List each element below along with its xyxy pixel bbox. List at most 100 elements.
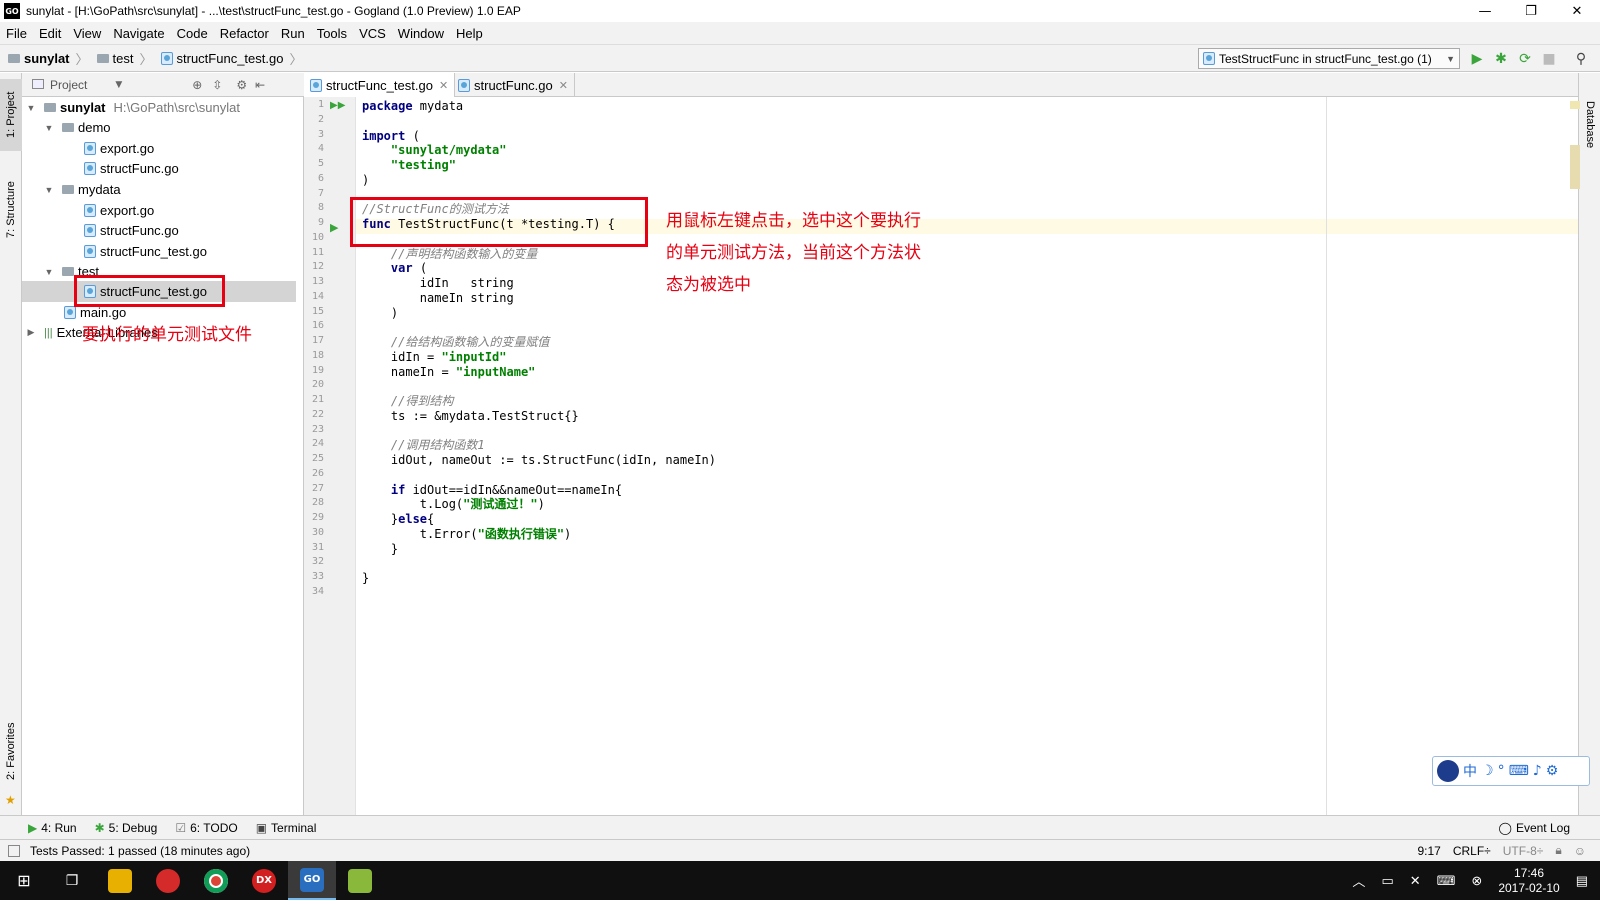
volume-muted-icon[interactable]: ✕ (1410, 873, 1421, 889)
minimize-button[interactable]: — (1462, 0, 1508, 22)
ime-toolbar[interactable]: 中 ☽ ° ⌨ ♪ ⚙ (1432, 756, 1590, 786)
tool-tab-project[interactable]: 1: Project (0, 79, 22, 151)
code-line[interactable]: "testing" (362, 158, 456, 173)
tree-file[interactable]: export.go (84, 138, 154, 159)
menu-help[interactable]: Help (450, 26, 489, 41)
menu-edit[interactable]: Edit (33, 26, 67, 41)
code-line[interactable]: //声明结构函数输入的变量 (362, 247, 537, 262)
clock[interactable]: 17:46 2017-02-10 (1498, 866, 1559, 896)
code-line[interactable]: } (362, 542, 398, 557)
code-editor[interactable]: 用鼠标左键点击，选中这个要执行 的单元测试方法，当前这个方法状 态为被选中 pa… (350, 97, 1580, 815)
tool-tab-database[interactable]: Database (1579, 93, 1600, 157)
code-line[interactable]: idOut, nameOut := ts.StructFunc(idIn, na… (362, 453, 716, 468)
run-test-gutter-icon[interactable]: ▶ (330, 221, 338, 234)
tree-folder-mydata[interactable]: ▼ mydata (42, 179, 121, 200)
menu-vcs[interactable]: VCS (353, 26, 392, 41)
close-tab-icon[interactable]: ✕ (559, 79, 568, 92)
microphone-icon[interactable]: ♪ (1533, 763, 1542, 779)
expand-arrow-icon[interactable]: ▼ (42, 123, 56, 133)
tool-todo[interactable]: ☑ 6: TODO (175, 821, 237, 835)
code-line[interactable]: ts := &mydata.TestStruct{} (362, 409, 579, 424)
tool-tab-favorites[interactable]: 2: Favorites (0, 713, 22, 789)
code-line[interactable]: var ( (362, 261, 427, 276)
coverage-icon[interactable]: ⟳ (1516, 50, 1534, 68)
debug-icon[interactable]: ✱ (1492, 50, 1510, 68)
tree-root[interactable]: ▼ sunylat H:\GoPath\src\sunylat (24, 97, 240, 118)
code-line[interactable]: if idOut==idIn&&nameOut==nameIn{ (362, 483, 622, 498)
inspector-icon[interactable]: ☺ (1574, 844, 1586, 858)
code-line[interactable]: "sunylat/mydata" (362, 143, 507, 158)
keyboard-icon[interactable]: ⌨ (1437, 873, 1456, 889)
tree-file[interactable]: structFunc.go (84, 158, 179, 179)
tree-folder-demo[interactable]: ▼ demo (42, 117, 111, 138)
code-line[interactable]: //StructFunc的测试方法 (362, 202, 509, 217)
hide-panel-icon[interactable]: ⇤ (255, 78, 265, 92)
taskbar-file-explorer[interactable] (96, 861, 144, 900)
taskbar-app-green[interactable] (336, 861, 384, 900)
code-line[interactable]: //得到结构 (362, 394, 453, 409)
menu-file[interactable]: File (0, 26, 33, 41)
tab-structfunc[interactable]: structFunc.go ✕ (452, 73, 575, 97)
menu-run[interactable]: Run (275, 26, 311, 41)
ime-mode[interactable]: 中 (1463, 761, 1477, 781)
taskbar-chrome[interactable] (192, 861, 240, 900)
code-line[interactable]: nameIn string (362, 291, 514, 306)
code-line[interactable]: func TestStructFunc(t *testing.T) { (362, 217, 615, 232)
taskbar-app-red[interactable] (144, 861, 192, 900)
task-view-button[interactable]: ❐ (48, 861, 96, 900)
tool-run[interactable]: ▶ 4: Run (28, 821, 77, 835)
code-line[interactable]: package mydata (362, 99, 463, 114)
tool-windows-toggle-icon[interactable] (8, 844, 20, 857)
project-view-select[interactable]: Project (50, 78, 87, 92)
collapse-icon[interactable]: ⇳ (212, 78, 222, 92)
code-line[interactable]: } (362, 571, 369, 586)
tool-tab-structure[interactable]: 7: Structure (0, 165, 22, 255)
notification-icon[interactable]: ▤ (1576, 873, 1588, 889)
stop-icon[interactable]: ■ (1540, 50, 1558, 68)
run-icon[interactable]: ▶ (1468, 50, 1486, 68)
moon-icon[interactable]: ☽ (1481, 763, 1494, 779)
scrollbar-thumb[interactable] (1570, 145, 1580, 189)
tool-terminal[interactable]: ▣ Terminal (256, 821, 317, 835)
code-line[interactable]: //给结构函数输入的变量赋值 (362, 335, 549, 350)
code-line[interactable]: nameIn = "inputName" (362, 365, 536, 380)
run-configuration-select[interactable]: TestStructFunc in structFunc_test.go (1)… (1198, 48, 1460, 69)
tab-structfunc-test[interactable]: structFunc_test.go ✕ (304, 73, 456, 97)
chevron-up-icon[interactable]: ︿ (1352, 871, 1365, 890)
search-icon[interactable]: ⚲ (1572, 50, 1590, 68)
menu-window[interactable]: Window (392, 26, 450, 41)
breadcrumb-file[interactable]: structFunc_test.go 〉 (160, 49, 302, 68)
caret-position[interactable]: 9:17 (1417, 844, 1440, 858)
close-button[interactable]: ✕ (1554, 0, 1600, 22)
run-gutter-icon[interactable]: ▶▶ (330, 100, 345, 111)
start-button[interactable]: ⊞ (0, 861, 48, 900)
network-icon[interactable]: ▭ (1381, 873, 1393, 889)
breadcrumb-root[interactable]: sunylat 〉 (8, 49, 89, 68)
tree-file[interactable]: export.go (84, 200, 154, 221)
expand-arrow-icon[interactable]: ▼ (42, 185, 56, 195)
keyboard-icon[interactable]: ⌨ (1509, 763, 1529, 779)
gear-icon[interactable]: ⚙ (1546, 763, 1559, 779)
breadcrumb-folder[interactable]: test 〉 (96, 49, 153, 68)
ime-status-icon[interactable]: ⊗ (1471, 873, 1482, 889)
taskbar-gogland[interactable]: GO (288, 861, 336, 900)
code-line[interactable]: ) (362, 306, 398, 321)
tool-debug[interactable]: ✱ 5: Debug (95, 821, 158, 835)
menu-tools[interactable]: Tools (311, 26, 353, 41)
code-line[interactable]: t.Log("测试通过！") (362, 497, 545, 512)
code-line[interactable]: idIn string (362, 276, 514, 291)
sync-icon[interactable]: ⊕ (192, 78, 202, 92)
line-separator[interactable]: CRLF÷ (1453, 844, 1491, 858)
tree-file[interactable]: structFunc_test.go (84, 241, 207, 262)
code-line[interactable]: }else{ (362, 512, 434, 527)
menu-refactor[interactable]: Refactor (214, 26, 275, 41)
expand-arrow-icon[interactable]: ▼ (42, 267, 56, 277)
lock-icon[interactable]: 🔒︎ (1555, 843, 1561, 858)
expand-arrow-icon[interactable]: ▶ (24, 327, 38, 338)
menu-view[interactable]: View (67, 26, 107, 41)
punctuation-icon[interactable]: ° (1498, 763, 1505, 779)
code-line[interactable]: import ( (362, 129, 420, 144)
taskbar-app-dx[interactable]: DX (240, 861, 288, 900)
code-line[interactable]: idIn = "inputId" (362, 350, 507, 365)
code-line[interactable]: t.Error("函数执行错误") (362, 527, 571, 542)
